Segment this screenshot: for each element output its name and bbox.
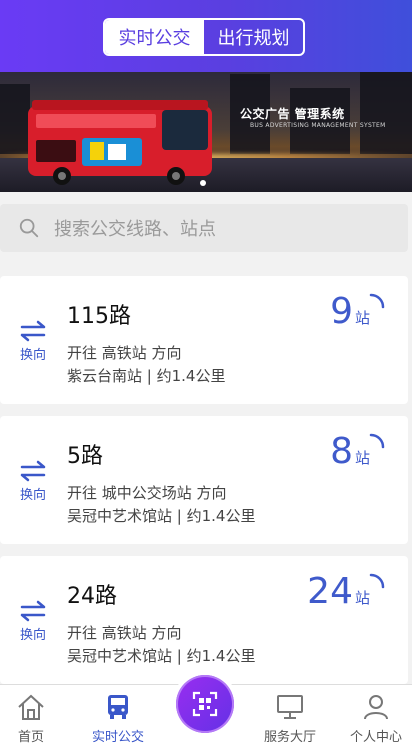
tab-trip-planning[interactable]: 出行规划: [204, 20, 303, 54]
search-bar[interactable]: 搜索公交线路、站点: [0, 204, 408, 252]
bottom-nav: 首页 实时公交 服务大厅 个人中心: [0, 671, 412, 747]
swap-direction-button[interactable]: 换向: [16, 320, 50, 363]
route-name: 5路: [67, 444, 103, 469]
swap-label: 换向: [19, 628, 46, 643]
double-decker-bus-image: [28, 100, 212, 185]
stations-count: 9: [330, 291, 353, 332]
swap-label: 换向: [19, 488, 46, 503]
realtime-signal-icon: [369, 293, 385, 309]
search-icon: [19, 218, 39, 238]
search-placeholder: 搜索公交线路、站点: [54, 219, 216, 240]
stations-count: 24: [307, 571, 353, 612]
stations-unit: 站: [354, 309, 370, 327]
scan-button-inner: [176, 675, 234, 733]
scan-icon: [192, 691, 218, 717]
realtime-signal-icon: [369, 433, 385, 449]
nav-service-hall-label: 服务大厅: [263, 730, 316, 745]
nav-profile-label: 个人中心: [349, 730, 402, 745]
ad-banner[interactable]: 公交广告 管理系统 BUS ADVERTISING MANAGEMENT SYS…: [0, 72, 412, 192]
route-name: 24路: [67, 584, 117, 609]
user-icon: [364, 695, 388, 720]
swap-arrows-icon: [20, 320, 46, 342]
swap-arrows-icon: [20, 460, 46, 482]
stations-unit: 站: [354, 589, 370, 607]
route-stop-distance: 紫云台南站 | 约1.4公里: [67, 367, 226, 385]
monitor-icon: [277, 695, 303, 719]
route-card[interactable]: 换向 5路 开往 城中公交场站 方向 吴冠中艺术馆站 | 约1.4公里 8 站: [0, 416, 408, 544]
route-card[interactable]: 换向 24路 开往 高铁站 方向 吴冠中艺术馆站 | 约1.4公里 24 站: [0, 556, 408, 684]
realtime-signal-icon: [369, 573, 385, 589]
tab-realtime-bus[interactable]: 实时公交: [105, 20, 204, 54]
route-direction: 开往 高铁站 方向: [67, 344, 182, 362]
banner-title: 公交广告 管理系统: [240, 107, 345, 121]
route-card[interactable]: 换向 115路 开往 高铁站 方向 紫云台南站 | 约1.4公里 9 站: [0, 276, 408, 404]
nav-realtime-bus[interactable]: 实时公交: [78, 693, 158, 745]
route-stop-distance: 吴冠中艺术馆站 | 约1.4公里: [67, 507, 256, 525]
stations-away: 9 站: [330, 294, 370, 330]
nav-profile[interactable]: 个人中心: [336, 693, 412, 745]
stations-unit: 站: [354, 449, 370, 467]
nav-service-hall[interactable]: 服务大厅: [250, 693, 330, 745]
banner-building: [360, 72, 412, 154]
swap-arrows-icon: [20, 600, 46, 622]
stations-count: 8: [330, 431, 353, 472]
nav-home-label: 首页: [17, 730, 44, 745]
route-name: 115路: [67, 304, 131, 329]
nav-home[interactable]: 首页: [0, 693, 71, 745]
scan-button[interactable]: [172, 671, 238, 737]
bus-icon: [108, 695, 128, 719]
nav-realtime-bus-label: 实时公交: [91, 730, 144, 745]
home-icon: [18, 694, 44, 720]
header-bar: 实时公交 出行规划: [0, 0, 412, 72]
stations-away: 24 站: [307, 574, 370, 610]
stations-away: 8 站: [330, 434, 370, 470]
banner-subtitle: BUS ADVERTISING MANAGEMENT SYSTEM: [250, 122, 386, 129]
route-direction: 开往 城中公交场站 方向: [67, 484, 227, 502]
swap-direction-button[interactable]: 换向: [16, 460, 50, 503]
swap-label: 换向: [19, 348, 46, 363]
carousel-indicator[interactable]: [200, 180, 206, 186]
route-direction: 开往 高铁站 方向: [67, 624, 182, 642]
swap-direction-button[interactable]: 换向: [16, 600, 50, 643]
mode-switch: 实时公交 出行规划: [103, 18, 305, 56]
route-stop-distance: 吴冠中艺术馆站 | 约1.4公里: [67, 647, 256, 665]
